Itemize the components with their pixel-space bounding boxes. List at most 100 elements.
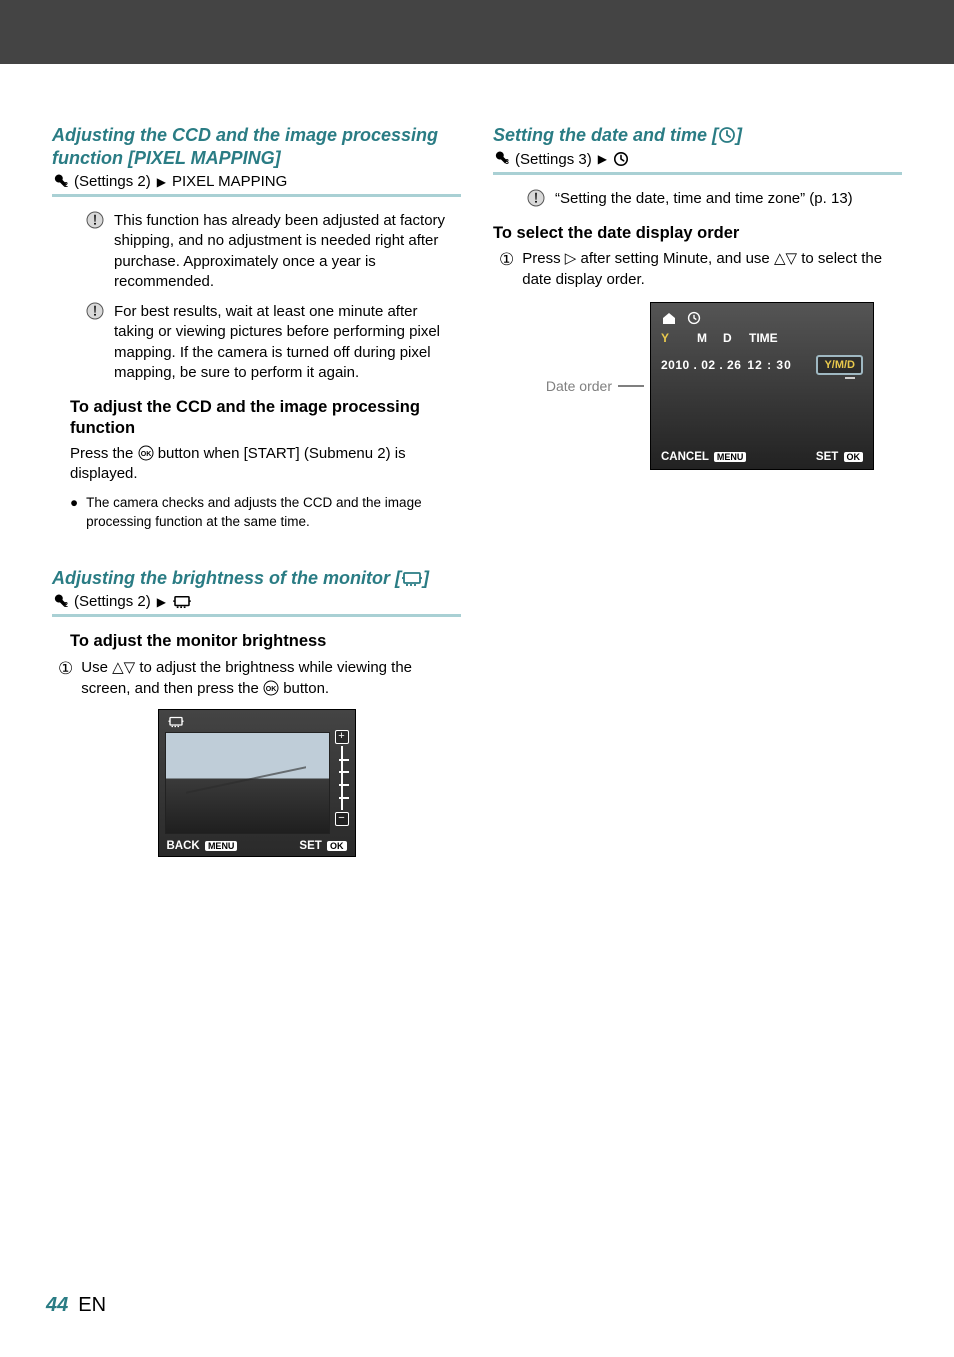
brightness-title-suffix: ] xyxy=(423,568,429,588)
ok-button-icon: OK xyxy=(263,680,279,696)
monitor-brightness-icon xyxy=(167,716,185,728)
triangle-right-icon: ▶ xyxy=(157,595,166,609)
datetime-value-row: 2010 . 02 . 26 12 : 30 Y/M/D xyxy=(661,355,863,375)
wrench-icon: 2 xyxy=(52,174,68,190)
slider-handle-icon xyxy=(845,373,855,379)
menu-keycap: MENU xyxy=(205,841,238,851)
datetime-step-1: ① Press ▷ after setting Minute, and use … xyxy=(499,248,902,290)
hdr-y: Y xyxy=(661,331,697,345)
page-header-bar xyxy=(0,0,954,64)
datetime-screen-wrap: Date order Y M D TIME xyxy=(493,302,902,470)
brightness-step-suffix: button. xyxy=(283,680,329,697)
down-triangle-icon: ▽ xyxy=(785,250,797,267)
monitor-brightness-icon xyxy=(401,571,423,587)
brightness-back-label: BACK MENU xyxy=(167,840,238,852)
up-triangle-icon: △ xyxy=(774,250,786,267)
ok-button-icon: OK xyxy=(138,445,154,461)
step-1-icon: ① xyxy=(499,248,514,290)
datetime-note: “Setting the date, time and time zone” (… xyxy=(527,189,902,209)
datetime-title: Setting the date and time [] xyxy=(493,124,902,147)
datetime-title-suffix: ] xyxy=(736,125,742,145)
svg-text:2: 2 xyxy=(64,602,68,609)
hdr-d: D xyxy=(723,331,749,345)
brightness-plus[interactable]: + xyxy=(335,730,349,744)
ok-keycap: OK xyxy=(327,841,347,851)
datetime-path: 3 (Settings 3) ▶ xyxy=(493,151,902,175)
caution-icon xyxy=(86,302,104,383)
pixel-mapping-note-2: For best results, wait at least one minu… xyxy=(86,302,461,383)
datetime-cancel-label: CANCEL MENU xyxy=(661,451,746,463)
pixel-mapping-instruction: Press the OK button when [START] (Submen… xyxy=(70,444,461,485)
clock-icon xyxy=(718,126,736,144)
dt-step-prefix: Press xyxy=(522,250,565,267)
datetime-note-text: “Setting the date, time and time zone” (… xyxy=(555,189,902,209)
brightness-subhead: To adjust the monitor brightness xyxy=(70,631,461,652)
brightness-slider[interactable]: + − xyxy=(335,730,349,826)
brightness-set-label: SET OK xyxy=(299,840,346,852)
pixel-mapping-path-item: PIXEL MAPPING xyxy=(172,173,287,190)
datetime-title-prefix: Setting the date and time [ xyxy=(493,125,718,145)
datetime-path-menu: (Settings 3) xyxy=(515,151,592,168)
svg-text:OK: OK xyxy=(140,451,151,458)
brightness-step-prefix: Use xyxy=(81,659,112,676)
menu-keycap: MENU xyxy=(714,452,747,462)
pixel-mapping-path: 2 (Settings 2) ▶ PIXEL MAPPING xyxy=(52,173,461,197)
datetime-subhead: To select the date display order xyxy=(493,223,902,244)
svg-text:3: 3 xyxy=(505,159,509,166)
brightness-title: Adjusting the brightness of the monitor … xyxy=(52,567,461,590)
svg-text:2: 2 xyxy=(64,182,68,189)
brightness-step-text: Use △▽ to adjust the brightness while vi… xyxy=(81,657,461,699)
wrench-icon: 2 xyxy=(52,594,68,610)
datetime-set-label: SET OK xyxy=(816,451,863,463)
datetime-tabs xyxy=(661,311,863,325)
page-content: Adjusting the CCD and the image processi… xyxy=(0,64,954,857)
datetime-header-row: Y M D TIME xyxy=(661,331,863,345)
ok-keycap: OK xyxy=(844,452,864,462)
caution-icon xyxy=(527,189,545,209)
date-order-selector[interactable]: Y/M/D xyxy=(816,355,863,375)
down-triangle-icon: ▽ xyxy=(124,659,136,676)
pixel-mapping-title: Adjusting the CCD and the image processi… xyxy=(52,124,461,169)
brightness-minus[interactable]: − xyxy=(335,812,349,826)
date-order-value: Y/M/D xyxy=(824,359,855,371)
callout-line xyxy=(618,385,644,387)
page-language: EN xyxy=(78,1294,106,1317)
brightness-path: 2 (Settings 2) ▶ xyxy=(52,593,461,617)
monitor-brightness-icon xyxy=(172,595,192,609)
pixel-mapping-bullet-text: The camera checks and adjusts the CCD an… xyxy=(86,494,461,530)
pm-para-prefix: Press the xyxy=(70,445,138,462)
brightness-path-menu: (Settings 2) xyxy=(74,593,151,610)
pixel-mapping-path-menu: (Settings 2) xyxy=(74,173,151,190)
datetime-preview-screen: Y M D TIME 2010 . 02 . 26 12 : 30 Y/M/D … xyxy=(650,302,874,470)
brightness-title-prefix: Adjusting the brightness of the monitor … xyxy=(52,568,401,588)
wrench-icon: 3 xyxy=(493,151,509,167)
step-1-icon: ① xyxy=(58,657,73,699)
pixel-mapping-note-1: This function has already been adjusted … xyxy=(86,211,461,292)
datetime-cancel-text: CANCEL xyxy=(661,451,709,463)
left-column: Adjusting the CCD and the image processi… xyxy=(52,124,461,857)
date-order-label: Date order xyxy=(546,378,612,394)
brightness-step-1: ① Use △▽ to adjust the brightness while … xyxy=(58,657,461,699)
brightness-set-text: SET xyxy=(299,840,321,852)
triangle-right-icon: ▶ xyxy=(598,152,607,166)
page-number: 44 xyxy=(46,1294,68,1317)
hdr-time: TIME xyxy=(749,331,793,345)
pixel-mapping-bullet: ● The camera checks and adjusts the CCD … xyxy=(70,494,461,530)
pixel-mapping-note-1-text: This function has already been adjusted … xyxy=(114,211,461,292)
dt-step-mid: after setting Minute, and use xyxy=(580,250,773,267)
bullet-icon: ● xyxy=(70,494,78,530)
brightness-slider-track[interactable] xyxy=(341,746,343,810)
svg-text:OK: OK xyxy=(266,686,277,693)
caution-icon xyxy=(86,211,104,292)
datetime-step-text: Press ▷ after setting Minute, and use △▽… xyxy=(522,248,902,290)
brightness-back-text: BACK xyxy=(167,840,200,852)
triangle-right-icon: ▶ xyxy=(157,175,166,189)
datetime-set-text: SET xyxy=(816,451,838,463)
page-footer: 44 EN xyxy=(46,1294,106,1317)
clock-icon xyxy=(687,311,701,325)
pixel-mapping-note-2-text: For best results, wait at least one minu… xyxy=(114,302,461,383)
brightness-preview-image xyxy=(165,732,330,834)
clock-icon xyxy=(613,151,629,167)
home-icon xyxy=(661,311,677,325)
right-triangle-icon: ▷ xyxy=(565,250,577,267)
